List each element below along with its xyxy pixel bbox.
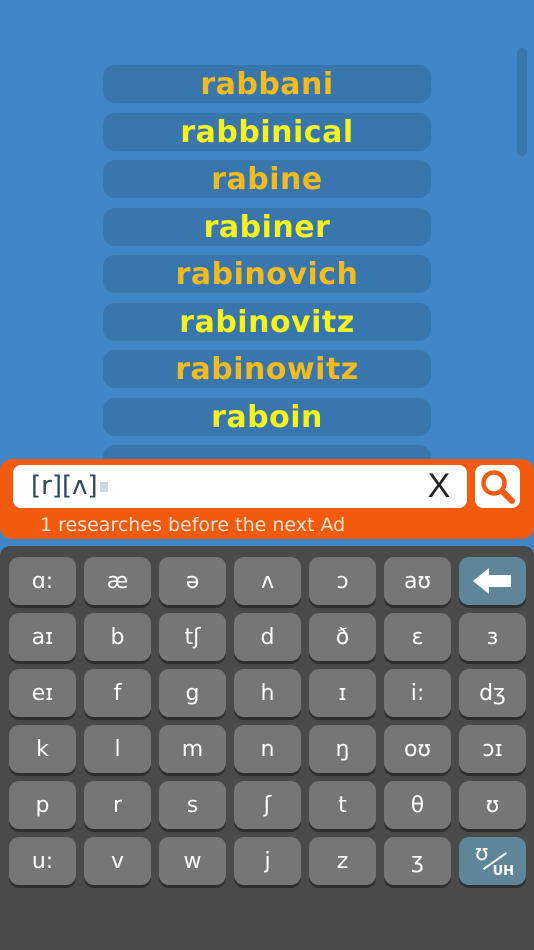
key-long-u[interactable]: u:	[9, 837, 76, 885]
magnifier-icon	[480, 469, 515, 504]
word-item-rabinovich[interactable]: rabinovich	[103, 255, 431, 293]
key-wedge[interactable]: ʌ	[234, 557, 301, 605]
word-item-raboin[interactable]: raboin	[103, 398, 431, 436]
key-d[interactable]: d	[234, 613, 301, 661]
key-w[interactable]: w	[159, 837, 226, 885]
key-n[interactable]: n	[234, 725, 301, 773]
key-small-i[interactable]: ɪ	[309, 669, 376, 717]
word-item-rabinowitz[interactable]: rabinowitz	[103, 350, 431, 388]
key-open-o[interactable]: ɔ	[309, 557, 376, 605]
key-j[interactable]: j	[234, 837, 301, 885]
key-ae[interactable]: æ	[84, 557, 151, 605]
key-v[interactable]: v	[84, 837, 151, 885]
key-ou[interactable]: oʊ	[384, 725, 451, 773]
key-ze[interactable]: з	[459, 613, 526, 661]
key-schwa[interactable]: ə	[159, 557, 226, 605]
key-r[interactable]: r	[84, 781, 151, 829]
ad-counter-text: 1 researches before the next Ad	[40, 514, 346, 536]
key-z[interactable]: z	[309, 837, 376, 885]
key-g[interactable]: g	[159, 669, 226, 717]
key-epsilon[interactable]: ɛ	[384, 613, 451, 661]
search-button[interactable]	[475, 465, 520, 508]
key-eng[interactable]: ŋ	[309, 725, 376, 773]
word-item-rabbani[interactable]: rabbani	[103, 65, 431, 103]
key-upsilon[interactable]: ʊ	[459, 781, 526, 829]
word-item-rabiner[interactable]: rabiner	[103, 208, 431, 246]
key-ezh[interactable]: ʒ	[384, 837, 451, 885]
key-f[interactable]: f	[84, 669, 151, 717]
key-s[interactable]: s	[159, 781, 226, 829]
uh-label: UH	[492, 864, 514, 879]
key-tsh[interactable]: tʃ	[159, 613, 226, 661]
key-oi[interactable]: ɔɪ	[459, 725, 526, 773]
key-esh[interactable]: ʃ	[234, 781, 301, 829]
backspace-arrow-icon	[472, 568, 511, 594]
key-h[interactable]: h	[234, 669, 301, 717]
key-long-i[interactable]: i:	[384, 669, 451, 717]
key-t[interactable]: t	[309, 781, 376, 829]
key-k[interactable]: k	[9, 725, 76, 773]
key-long-a[interactable]: ɑ:	[9, 557, 76, 605]
key-theta[interactable]: θ	[384, 781, 451, 829]
word-item-rabinovitz[interactable]: rabinovitz	[103, 303, 431, 341]
search-input[interactable]: [r][ʌ] X	[13, 465, 467, 508]
uh-symbol: ʊ	[475, 841, 489, 866]
key-m[interactable]: m	[159, 725, 226, 773]
word-list[interactable]: rabbani rabbinical rabine rabiner rabino…	[0, 0, 534, 462]
key-ei[interactable]: eɪ	[9, 669, 76, 717]
word-item-rabbinical[interactable]: rabbinical	[103, 113, 431, 151]
key-b[interactable]: b	[84, 613, 151, 661]
scrollbar[interactable]	[517, 48, 527, 156]
text-cursor	[99, 481, 108, 492]
key-eth[interactable]: ð	[309, 613, 376, 661]
key-p[interactable]: p	[9, 781, 76, 829]
phonetic-keyboard: ɑ: æ ə ʌ ɔ aʊ aɪ b tʃ d ð ɛ з eɪ f g h ɪ…	[0, 546, 534, 950]
key-uh[interactable]: ʊ UH	[459, 837, 526, 885]
clear-button[interactable]: X	[421, 467, 457, 505]
key-au[interactable]: aʊ	[384, 557, 451, 605]
search-query-text: [r][ʌ]	[31, 471, 98, 501]
search-panel: [r][ʌ] X 1 researches before the next Ad	[0, 459, 534, 539]
key-ai[interactable]: aɪ	[9, 613, 76, 661]
key-l[interactable]: l	[84, 725, 151, 773]
key-dzh[interactable]: dʒ	[459, 669, 526, 717]
backspace-key[interactable]	[459, 557, 526, 605]
word-item-rabine[interactable]: rabine	[103, 160, 431, 198]
